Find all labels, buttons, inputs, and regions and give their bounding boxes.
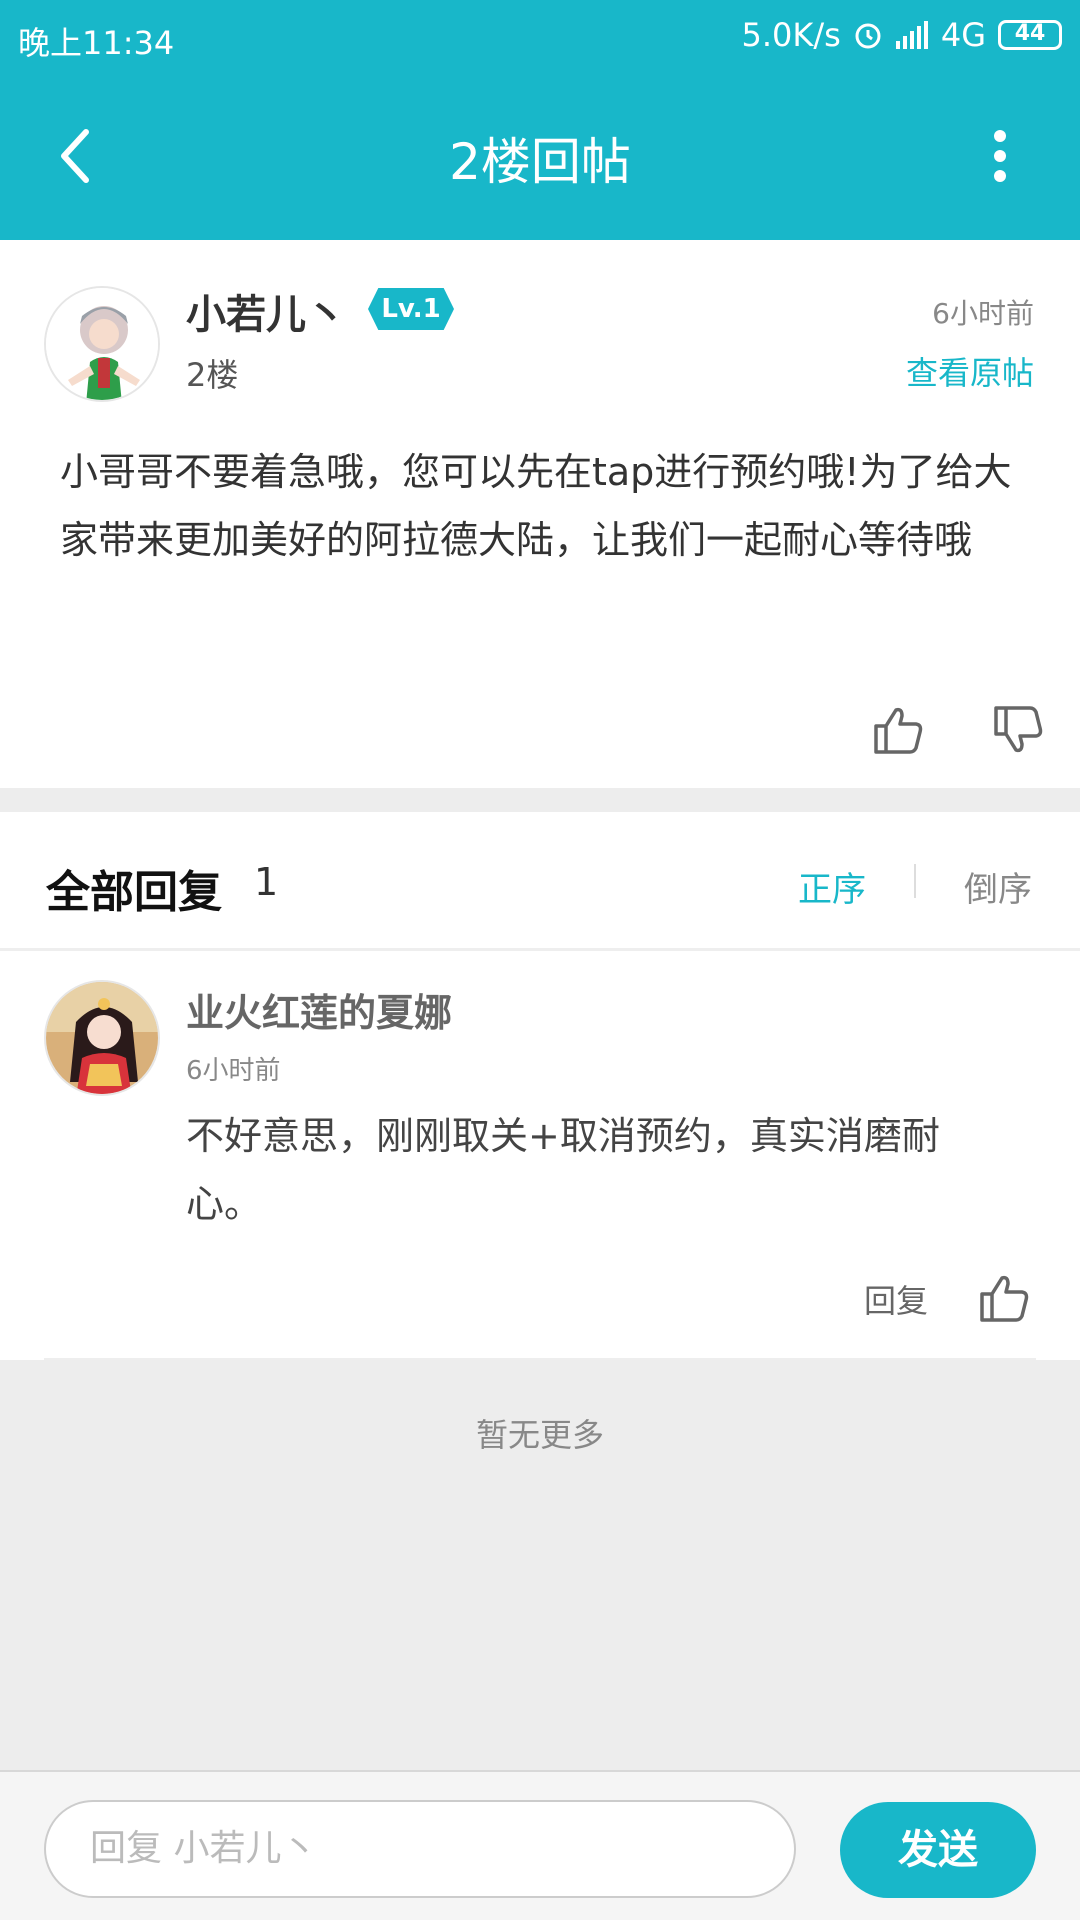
sort-descending-button[interactable]: 倒序 <box>964 862 1032 911</box>
no-more-label: 暂无更多 <box>475 1416 604 1454</box>
network-speed: 5.0K/s <box>741 16 841 54</box>
avatar-image <box>46 288 158 400</box>
reply-button[interactable]: 回复 <box>864 1276 928 1322</box>
compose-bar: 回复 小若儿丶 发送 <box>0 1770 1080 1920</box>
avatar[interactable] <box>44 286 160 402</box>
battery-icon: 44 <box>998 20 1062 50</box>
post-content: 小哥哥不要着急哦，您可以先在tap进行预约哦!为了给大家带来更加美好的阿拉德大陆… <box>60 450 1012 562</box>
reply-time: 6小时前 <box>186 1056 281 1086</box>
reply-avatar[interactable] <box>44 980 160 1096</box>
alarm-icon <box>855 23 881 49</box>
floor-label: 2楼 <box>186 356 239 394</box>
status-bar: 晚上11:34 5.0K/s 4G 44 <box>0 0 1080 76</box>
dislike-button[interactable] <box>990 702 1046 758</box>
reply-like-button[interactable] <box>976 1270 1032 1326</box>
more-button[interactable] <box>960 116 1040 196</box>
author-name[interactable]: 小若儿丶 <box>186 282 346 340</box>
like-button[interactable] <box>870 702 926 758</box>
more-vertical-icon <box>994 130 1006 182</box>
thumbs-down-icon <box>994 706 1043 753</box>
signal-icon <box>895 21 928 49</box>
status-time: 晚上11:34 <box>18 24 175 62</box>
replies-title: 全部回复 <box>46 867 222 918</box>
network-type: 4G <box>940 16 986 54</box>
post-card: 小若儿丶 Lv.1 2楼 6小时前 查看原帖 小哥哥不要着急哦，您可以先在tap… <box>0 240 1080 788</box>
app-bar: 2楼回帖 <box>0 76 1080 240</box>
replies-section: 全部回复 1 正序 倒序 业火红莲的夏娜 6小时前 不好意思，刚刚取关+取消预约… <box>0 812 1080 1360</box>
replies-count: 1 <box>254 860 279 904</box>
thumbs-up-icon <box>980 1275 1029 1322</box>
page-title: 2楼回帖 <box>449 133 631 191</box>
reply-input[interactable]: 回复 小若儿丶 <box>44 1800 796 1898</box>
divider <box>44 1358 1036 1360</box>
view-original-link[interactable]: 查看原帖 <box>906 348 1034 394</box>
send-button[interactable]: 发送 <box>840 1802 1036 1898</box>
status-right: 5.0K/s 4G 44 <box>742 16 1062 54</box>
level-badge: Lv.1 <box>368 288 454 330</box>
divider <box>0 948 1080 951</box>
reply-content: 不好意思，刚刚取关+取消预约，真实消磨耐心。 <box>186 1114 940 1226</box>
thumbs-up-icon <box>874 707 923 754</box>
post-time: 6小时前 <box>932 297 1034 330</box>
reply-avatar-image <box>46 982 158 1094</box>
sort-divider <box>914 864 916 898</box>
sort-ascending-button[interactable]: 正序 <box>798 862 866 911</box>
reply-author-name[interactable]: 业火红莲的夏娜 <box>186 982 452 1037</box>
